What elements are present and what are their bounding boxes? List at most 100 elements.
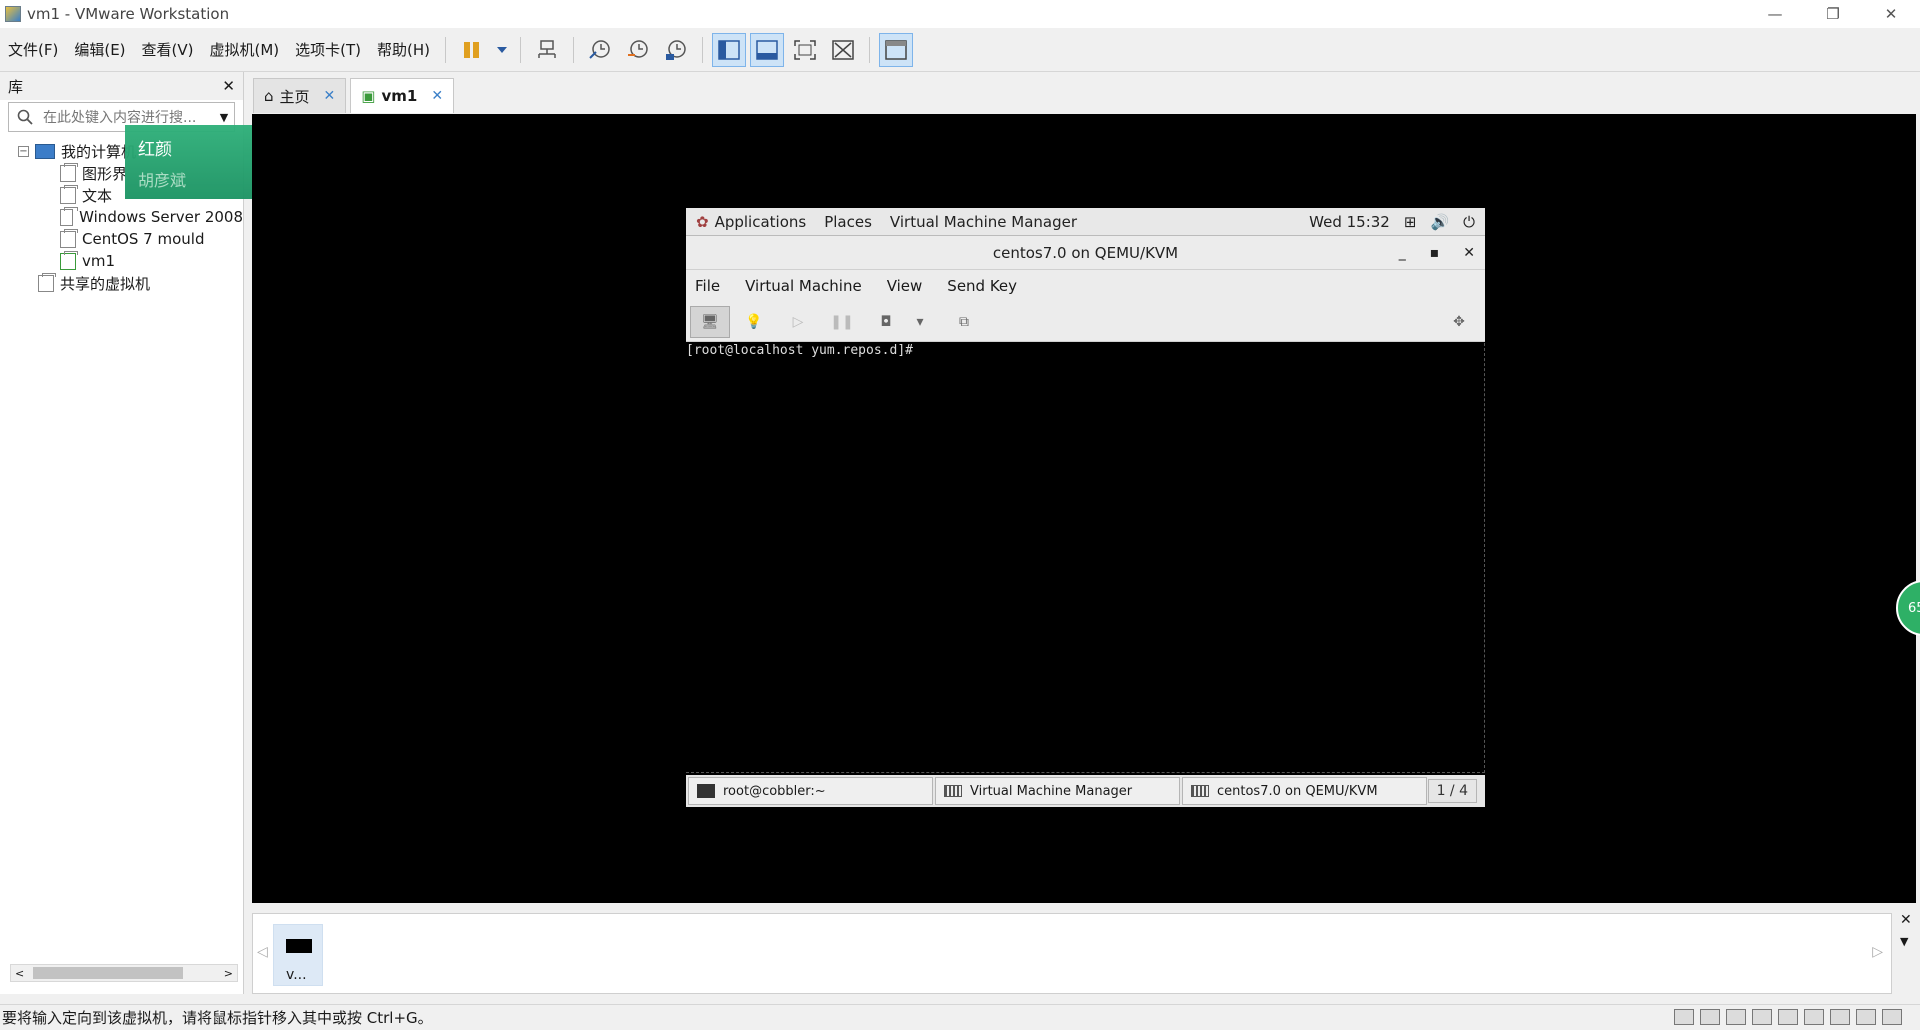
thumbnail-bar-close-icon[interactable]: ✕ xyxy=(1900,912,1912,928)
vm-icon xyxy=(60,206,79,226)
show-thumbnail-bar-button[interactable] xyxy=(750,32,785,67)
vmm-shutdown-button[interactable]: ◘ xyxy=(866,306,906,338)
vmm-menu-send-key[interactable]: Send Key xyxy=(947,277,1017,295)
message-icon[interactable] xyxy=(1882,1009,1902,1025)
hard-disk-icon[interactable] xyxy=(1674,1009,1694,1025)
scroll-left-icon[interactable]: < xyxy=(15,967,24,980)
hard-disk-icon[interactable] xyxy=(1700,1009,1720,1025)
collapse-icon[interactable]: − xyxy=(18,145,29,157)
close-button[interactable]: ✕ xyxy=(1862,0,1920,28)
minimize-icon[interactable]: _ xyxy=(1399,245,1406,261)
library-horizontal-scrollbar[interactable]: < > xyxy=(10,964,238,982)
vmm-console-button[interactable]: 🖥 xyxy=(690,305,730,338)
tab-vm1[interactable]: ▣ vm1 ✕ xyxy=(350,78,455,113)
library-view-icon xyxy=(718,39,740,60)
workspace-switcher[interactable]: 1 / 4 xyxy=(1427,779,1477,803)
menu-help[interactable]: 帮助(H) xyxy=(369,28,438,72)
library-title: 库 xyxy=(8,77,24,96)
guest-menu-places[interactable]: Places xyxy=(824,213,872,231)
terminal-icon xyxy=(697,784,715,798)
vmm-menu-virtual-machine[interactable]: Virtual Machine xyxy=(745,277,862,295)
send-ctrl-alt-del-button[interactable] xyxy=(530,33,564,67)
fullscreen-button[interactable] xyxy=(788,33,822,67)
vmm-menubar: File Virtual Machine View Send Key xyxy=(686,270,1485,302)
tab-home[interactable]: ⌂ 主页 ✕ xyxy=(253,78,347,113)
vmm-run-button[interactable]: ▷ xyxy=(778,306,818,338)
vmm-window-title-bar: centos7.0 on QEMU/KVM _ ▪ ✕ xyxy=(686,236,1485,270)
scrollbar-thumb[interactable] xyxy=(33,967,183,979)
vmm-menu-view[interactable]: View xyxy=(887,277,923,295)
search-dropdown-icon[interactable]: ▼ xyxy=(214,111,234,124)
guest-top-bar: ✿ Applications Places Virtual Machine Ma… xyxy=(686,208,1485,236)
home-icon: ⌂ xyxy=(264,87,274,105)
library-close-icon[interactable]: ✕ xyxy=(222,77,235,95)
vm-tab-icon: ▣ xyxy=(361,87,376,105)
close-icon[interactable]: ✕ xyxy=(1463,245,1475,261)
vmm-snapshots-button[interactable]: ⧉ xyxy=(944,306,984,338)
tree-item-vm1[interactable]: vm1 xyxy=(0,250,243,272)
snapshot-manager-button[interactable] xyxy=(659,33,693,67)
chevron-down-icon xyxy=(497,46,508,53)
show-library-button[interactable] xyxy=(712,32,747,67)
menu-vm[interactable]: 虚拟机(M) xyxy=(202,28,288,72)
tree-item-vm[interactable]: Windows Server 2008 xyxy=(0,206,243,228)
unity-button[interactable] xyxy=(826,33,860,67)
menu-file[interactable]: 文件(F) xyxy=(0,28,66,72)
snapshot-button[interactable] xyxy=(583,33,617,67)
scroll-right-icon[interactable]: > xyxy=(224,967,233,980)
console-view-button[interactable] xyxy=(879,32,914,67)
guest-clock[interactable]: Wed 15:32 xyxy=(1309,213,1390,231)
maximize-icon[interactable]: ▪ xyxy=(1430,245,1440,261)
tree-item-vm[interactable]: CentOS 7 mould xyxy=(0,228,243,250)
thumbnail-label: v... xyxy=(286,967,307,983)
power-dropdown-button[interactable] xyxy=(493,33,511,67)
sound-icon[interactable] xyxy=(1830,1009,1850,1025)
cd-rom-icon[interactable] xyxy=(1726,1009,1746,1025)
window-controls: — ❐ ✕ xyxy=(1746,0,1920,28)
taskbar-item-label: Virtual Machine Manager xyxy=(970,783,1133,799)
vmm-fullscreen-button[interactable]: ✥ xyxy=(1439,306,1479,338)
thumbnail-vm1[interactable]: v... xyxy=(273,924,323,986)
vmm-pause-button[interactable]: ❚❚ xyxy=(822,306,862,338)
vmm-menu-file[interactable]: File xyxy=(695,277,720,295)
window-title: vm1 - VMware Workstation xyxy=(27,5,230,23)
tab-close-icon[interactable]: ✕ xyxy=(431,88,443,104)
taskbar-item-vmm[interactable]: Virtual Machine Manager xyxy=(935,777,1180,805)
display-icon[interactable] xyxy=(1856,1009,1876,1025)
tab-label: vm1 xyxy=(381,87,418,105)
tab-close-icon[interactable]: ✕ xyxy=(324,88,336,104)
status-bar: 要将输入定向到该虚拟机，请将鼠标指针移入其中或按 Ctrl+G。 xyxy=(0,1004,1920,1030)
menu-edit[interactable]: 编辑(E) xyxy=(66,28,133,72)
vmm-details-button[interactable]: 💡 xyxy=(734,306,774,338)
thumbnail-scroll-left-icon[interactable]: ◁ xyxy=(257,944,268,960)
monitor-icon: 🖥 xyxy=(701,313,719,330)
power-icon[interactable]: ⏻ xyxy=(1463,213,1475,231)
title-bar: vm1 - VMware Workstation — ❐ ✕ xyxy=(0,0,1920,28)
tree-item-shared-vms[interactable]: 共享的虚拟机 xyxy=(0,272,243,294)
revert-snapshot-button[interactable] xyxy=(621,33,655,67)
taskbar-item-terminal[interactable]: root@cobbler:~ xyxy=(688,777,933,805)
network-adapter-icon[interactable] xyxy=(1752,1009,1772,1025)
vmm-icon xyxy=(944,785,962,797)
unity-icon xyxy=(832,39,854,60)
taskbar-item-label: centos7.0 on QEMU/KVM xyxy=(1217,783,1378,799)
printer-icon[interactable] xyxy=(1804,1009,1824,1025)
revert-snapshot-icon xyxy=(628,39,648,58)
guest-active-app[interactable]: Virtual Machine Manager xyxy=(890,213,1077,231)
minimize-button[interactable]: — xyxy=(1746,0,1804,28)
vm-running-icon xyxy=(60,250,78,270)
network-icon[interactable]: ⊞ xyxy=(1404,213,1417,231)
pause-button[interactable] xyxy=(455,33,489,67)
snapshots-icon: ⧉ xyxy=(959,313,969,330)
volume-icon[interactable]: 🔊 xyxy=(1430,213,1449,231)
guest-menu-applications[interactable]: Applications xyxy=(715,213,807,231)
thumbnail-bar-menu-icon[interactable]: ▼ xyxy=(1900,935,1908,948)
vmm-shutdown-dropdown[interactable]: ▾ xyxy=(910,306,930,338)
usb-icon[interactable] xyxy=(1778,1009,1798,1025)
pause-icon: ❚❚ xyxy=(830,313,854,330)
restore-button[interactable]: ❐ xyxy=(1804,0,1862,28)
thumbnail-scroll-right-icon[interactable]: ▷ xyxy=(1872,944,1883,960)
taskbar-item-vm-console[interactable]: centos7.0 on QEMU/KVM xyxy=(1182,777,1427,805)
menu-view[interactable]: 查看(V) xyxy=(134,28,202,72)
menu-tabs[interactable]: 选项卡(T) xyxy=(287,28,369,72)
